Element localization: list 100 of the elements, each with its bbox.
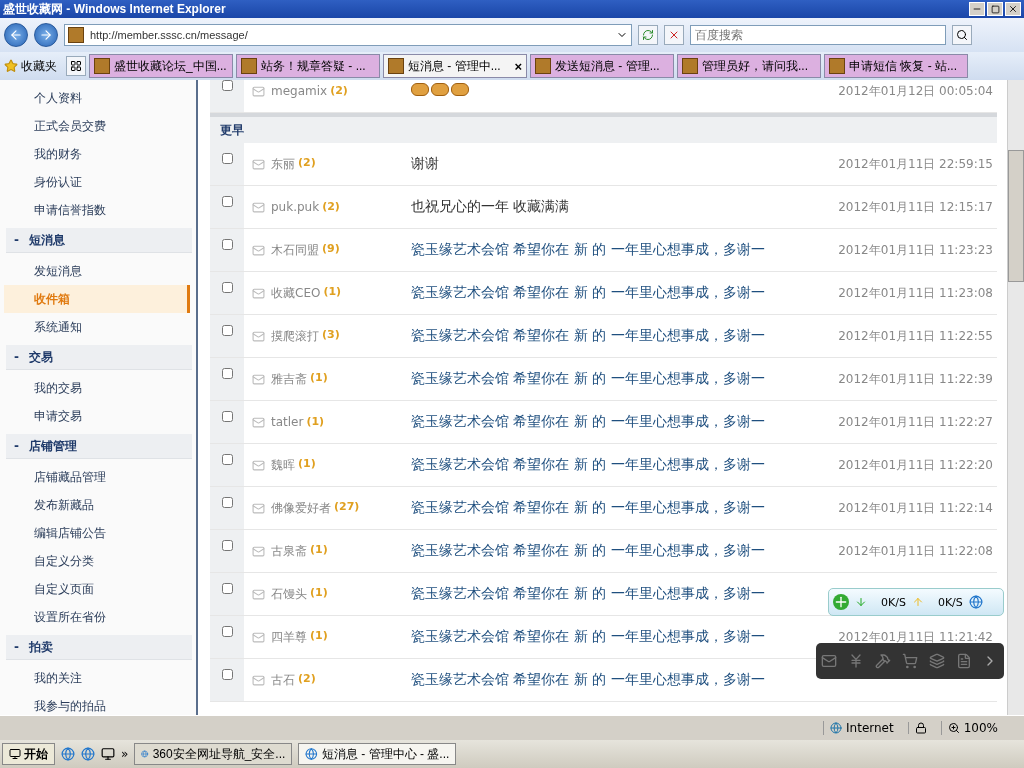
browser-icon[interactable] — [81, 747, 95, 761]
sender-name[interactable]: 木石同盟 (9) — [271, 241, 411, 259]
envelope-icon — [252, 243, 265, 257]
sidebar-item[interactable]: 身份认证 — [4, 168, 190, 196]
minimize-button[interactable] — [969, 2, 985, 16]
message-subject[interactable]: 瓷玉缘艺术会馆 希望你在 新 的 一年里心想事成，多谢一 — [411, 671, 823, 689]
row-checkbox[interactable] — [221, 583, 233, 594]
address-bar[interactable]: http://member.sssc.cn/message/ — [64, 24, 632, 46]
sidebar-item[interactable]: 我参与的拍品 — [4, 692, 190, 715]
scrollbar[interactable] — [1007, 80, 1024, 715]
row-checkbox[interactable] — [221, 454, 233, 465]
sidebar-group-heading[interactable]: - 店铺管理 — [6, 434, 192, 459]
browser-tab[interactable]: 短消息 - 管理中... × — [383, 54, 527, 78]
sidebar-item[interactable]: 正式会员交费 — [4, 112, 190, 140]
stop-button[interactable] — [664, 25, 684, 45]
sidebar-item[interactable]: 申请交易 — [4, 402, 190, 430]
sidebar-item[interactable]: 申请信誉指数 — [4, 196, 190, 224]
lock-icon[interactable] — [914, 722, 927, 734]
browser-tab[interactable]: 站务！规章答疑 - ... — [236, 54, 380, 78]
sender-name[interactable]: 石馒头 (1) — [271, 585, 411, 603]
back-button[interactable] — [4, 23, 28, 47]
sidebar-item[interactable]: 自定义分类 — [4, 547, 190, 575]
sender-name[interactable]: megamix (2) — [271, 84, 411, 98]
browser-icon[interactable] — [61, 747, 75, 761]
message-subject[interactable]: 瓷玉缘艺术会馆 希望你在 新 的 一年里心想事成，多谢一 — [411, 284, 823, 302]
row-checkbox[interactable] — [221, 80, 233, 91]
row-checkbox[interactable] — [221, 368, 233, 379]
row-checkbox[interactable] — [221, 411, 233, 422]
message-subject[interactable]: 瓷玉缘艺术会馆 希望你在 新 的 一年里心想事成，多谢一 — [411, 241, 823, 259]
row-checkbox[interactable] — [221, 626, 233, 637]
sidebar-item[interactable]: 个人资料 — [4, 84, 190, 112]
message-subject[interactable]: 瓷玉缘艺术会馆 希望你在 新 的 一年里心想事成，多谢一 — [411, 327, 823, 345]
start-button[interactable]: 开始 — [2, 743, 55, 765]
sidebar-group-heading[interactable]: - 短消息 — [6, 228, 192, 253]
sender-name[interactable]: 魏晖 (1) — [271, 456, 411, 474]
search-button[interactable] — [952, 25, 972, 45]
sender-name[interactable]: 古泉斋 (1) — [271, 542, 411, 560]
sidebar-item[interactable]: 我的财务 — [4, 140, 190, 168]
sidebar-item[interactable]: 我的关注 — [4, 664, 190, 692]
row-checkbox[interactable] — [221, 669, 233, 680]
sender-name[interactable]: 东丽 (2) — [271, 155, 411, 173]
sidebar-item[interactable]: 自定义页面 — [4, 575, 190, 603]
desktop-icon[interactable] — [101, 747, 115, 761]
sidebar-group-heading[interactable]: - 交易 — [6, 345, 192, 370]
row-checkbox[interactable] — [221, 196, 233, 207]
sidebar-item[interactable]: 我的交易 — [4, 374, 190, 402]
sidebar-item[interactable]: 编辑店铺公告 — [4, 519, 190, 547]
row-checkbox[interactable] — [221, 239, 233, 250]
message-subject[interactable]: 瓷玉缘艺术会馆 希望你在 新 的 一年里心想事成，多谢一 — [411, 585, 823, 603]
message-subject[interactable]: 瓷玉缘艺术会馆 希望你在 新 的 一年里心想事成，多谢一 — [411, 499, 823, 517]
site-icon — [68, 27, 84, 43]
taskbar-task[interactable]: 360安全网址导航_安全... — [134, 743, 293, 765]
message-subject[interactable]: 谢谢 — [411, 155, 823, 173]
row-checkbox[interactable] — [221, 497, 233, 508]
sender-name[interactable]: tatler (1) — [271, 415, 411, 429]
sidebar-item[interactable]: 系统通知 — [4, 313, 190, 341]
sender-name[interactable]: 收藏CEO (1) — [271, 284, 411, 302]
more-button[interactable]: » — [121, 747, 129, 761]
message-subject[interactable]: 瓷玉缘艺术会馆 希望你在 新 的 一年里心想事成，多谢一 — [411, 628, 823, 646]
sidebar-item[interactable]: 设置所在省份 — [4, 603, 190, 631]
message-subject[interactable]: 也祝兄心的一年 收藏满满 — [411, 198, 823, 216]
taskbar-task[interactable]: 短消息 - 管理中心 - 盛... — [298, 743, 457, 765]
sender-name[interactable]: 古石 (2) — [271, 671, 411, 689]
cart-icon[interactable] — [901, 653, 918, 669]
sidebar-item[interactable]: 发短消息 — [4, 257, 190, 285]
row-checkbox[interactable] — [221, 325, 233, 336]
zoom-level[interactable]: 100% — [940, 721, 1004, 735]
row-checkbox[interactable] — [221, 540, 233, 551]
sender-name[interactable]: puk.puk (2) — [271, 200, 411, 214]
browser-tab[interactable]: 发送短消息 - 管理... — [530, 54, 674, 78]
browser-tab[interactable]: 申请短信 恢复 - 站... — [824, 54, 968, 78]
browser-tab[interactable]: 盛世收藏论坛_中国... — [89, 54, 233, 78]
document-icon[interactable] — [955, 653, 972, 669]
message-subject[interactable]: 瓷玉缘艺术会馆 希望你在 新 的 一年里心想事成，多谢一 — [411, 542, 823, 560]
layers-icon[interactable] — [928, 653, 945, 669]
sender-name[interactable]: 摸爬滚打 (3) — [271, 327, 411, 345]
browser-icon[interactable] — [968, 595, 983, 609]
maximize-button[interactable] — [987, 2, 1003, 16]
message-subject[interactable]: 瓷玉缘艺术会馆 希望你在 新 的 一年里心想事成，多谢一 — [411, 456, 823, 474]
mail-icon[interactable] — [821, 653, 838, 669]
favorites-button[interactable]: 收藏夹 — [4, 57, 63, 75]
browser-tab[interactable]: 管理员好，请问我... — [677, 54, 821, 78]
refresh-button[interactable] — [638, 25, 658, 45]
sidebar-item[interactable]: 店铺藏品管理 — [4, 463, 190, 491]
plus-icon[interactable] — [833, 594, 849, 610]
close-button[interactable] — [1005, 2, 1021, 16]
envelope-icon — [252, 544, 265, 558]
message-subject[interactable]: 瓷玉缘艺术会馆 希望你在 新 的 一年里心想事成，多谢一 — [411, 370, 823, 388]
row-checkbox[interactable] — [221, 153, 233, 164]
sender-name[interactable]: 雅吉斋 (1) — [271, 370, 411, 388]
message-subject[interactable]: 瓷玉缘艺术会馆 希望你在 新 的 一年里心想事成，多谢一 — [411, 413, 823, 431]
hammer-icon[interactable] — [875, 653, 892, 669]
row-checkbox[interactable] — [221, 282, 233, 293]
sender-name[interactable]: 四羊尊 (1) — [271, 628, 411, 646]
sidebar-item[interactable]: 发布新藏品 — [4, 491, 190, 519]
sender-name[interactable]: 佛像爱好者 (27) — [271, 499, 411, 517]
quick-tabs-button[interactable] — [66, 56, 86, 76]
forward-button[interactable] — [34, 23, 58, 47]
search-field[interactable]: 百度搜索 — [690, 25, 946, 45]
sidebar-group-heading[interactable]: - 拍卖 — [6, 635, 192, 660]
